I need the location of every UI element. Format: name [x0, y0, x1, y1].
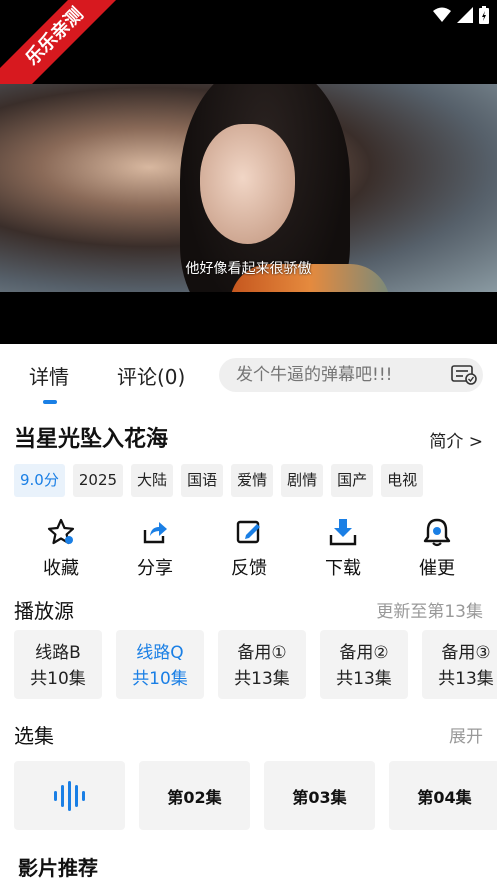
episode-item[interactable]: 第03集 [264, 761, 375, 830]
favorite-button[interactable]: 收藏 [21, 515, 101, 580]
sources-title: 播放源 [14, 599, 74, 623]
video-frame-face [200, 124, 295, 244]
wifi-icon [433, 7, 451, 22]
tag-genre-drama[interactable]: 剧情 [281, 464, 324, 497]
source-count: 共13集 [336, 669, 392, 689]
source-name: 备用③ [441, 643, 491, 663]
source-item[interactable]: 备用③ 共13集 [422, 630, 497, 699]
danmu-settings-icon[interactable] [451, 365, 477, 385]
feedback-label: 反馈 [231, 558, 267, 579]
source-name: 线路B [35, 643, 81, 663]
tag-year[interactable]: 2025 [72, 464, 124, 497]
source-count: 共10集 [30, 669, 86, 689]
video-subtitle: 他好像看起来很骄傲 [185, 261, 312, 277]
system-icons [433, 6, 489, 24]
source-count: 共13集 [438, 669, 494, 689]
bell-icon [423, 518, 451, 547]
share-label: 分享 [137, 558, 173, 579]
episodes-title: 选集 [14, 724, 54, 748]
action-row: 收藏 分享 反馈 下载 催更 [0, 515, 497, 585]
download-label: 下载 [325, 558, 361, 579]
source-count: 共13集 [234, 669, 290, 689]
source-item[interactable]: 备用② 共13集 [320, 630, 408, 699]
tag-region[interactable]: 大陆 [131, 464, 174, 497]
feedback-button[interactable]: 反馈 [209, 515, 289, 580]
urge-update-label: 催更 [419, 558, 455, 579]
source-list: 线路B 共10集 线路Q 共10集 备用① 共13集 备用② 共13集 备用③ … [14, 630, 497, 699]
episode-list: 第02集 第03集 第04集 [14, 761, 497, 830]
download-button[interactable]: 下载 [303, 515, 383, 580]
tab-indicator [43, 400, 57, 404]
edit-icon [236, 520, 260, 544]
show-title: 当星光坠入花海 [14, 427, 169, 452]
tab-details[interactable]: 详情 [29, 361, 69, 390]
episode-item[interactable]: 第02集 [139, 761, 250, 830]
source-item[interactable]: 线路B 共10集 [14, 630, 102, 699]
tag-genre-romance[interactable]: 爱情 [231, 464, 274, 497]
episodes-expand-button[interactable]: 展开 [449, 722, 483, 747]
tab-comments[interactable]: 评论(0) [117, 361, 185, 390]
tag-type[interactable]: 电视 [381, 464, 424, 497]
share-icon [143, 522, 167, 544]
tag-list: 9.0分 2025 大陆 国语 爱情 剧情 国产 电视 [14, 464, 424, 497]
danmu-input[interactable] [234, 364, 448, 386]
urge-update-button[interactable]: 催更 [397, 515, 477, 580]
playing-soundwave-icon [53, 780, 85, 811]
danmu-bar [219, 358, 483, 392]
source-item[interactable]: 备用① 共13集 [218, 630, 306, 699]
episode-item-playing[interactable] [14, 761, 125, 830]
tag-language[interactable]: 国语 [181, 464, 224, 497]
source-item-selected[interactable]: 线路Q 共10集 [116, 630, 204, 699]
intro-link[interactable]: 简介 > [429, 427, 483, 452]
download-icon [329, 519, 357, 546]
favorite-label: 收藏 [43, 558, 79, 579]
episode-item[interactable]: 第04集 [389, 761, 497, 830]
source-name: 线路Q [136, 643, 184, 663]
source-name: 备用② [339, 643, 389, 663]
video-letterbox [0, 292, 497, 344]
tag-score: 9.0分 [14, 464, 65, 497]
source-name: 备用① [237, 643, 287, 663]
tag-origin[interactable]: 国产 [331, 464, 374, 497]
share-button[interactable]: 分享 [115, 515, 195, 580]
source-count: 共10集 [132, 669, 188, 689]
status-bar: 乐乐亲测 [0, 0, 497, 110]
signal-icon [457, 7, 473, 23]
battery-icon [479, 6, 489, 24]
recommend-title: 影片推荐 [18, 856, 98, 880]
sources-update-status: 更新至第13集 [376, 602, 483, 622]
star-icon [47, 518, 75, 545]
